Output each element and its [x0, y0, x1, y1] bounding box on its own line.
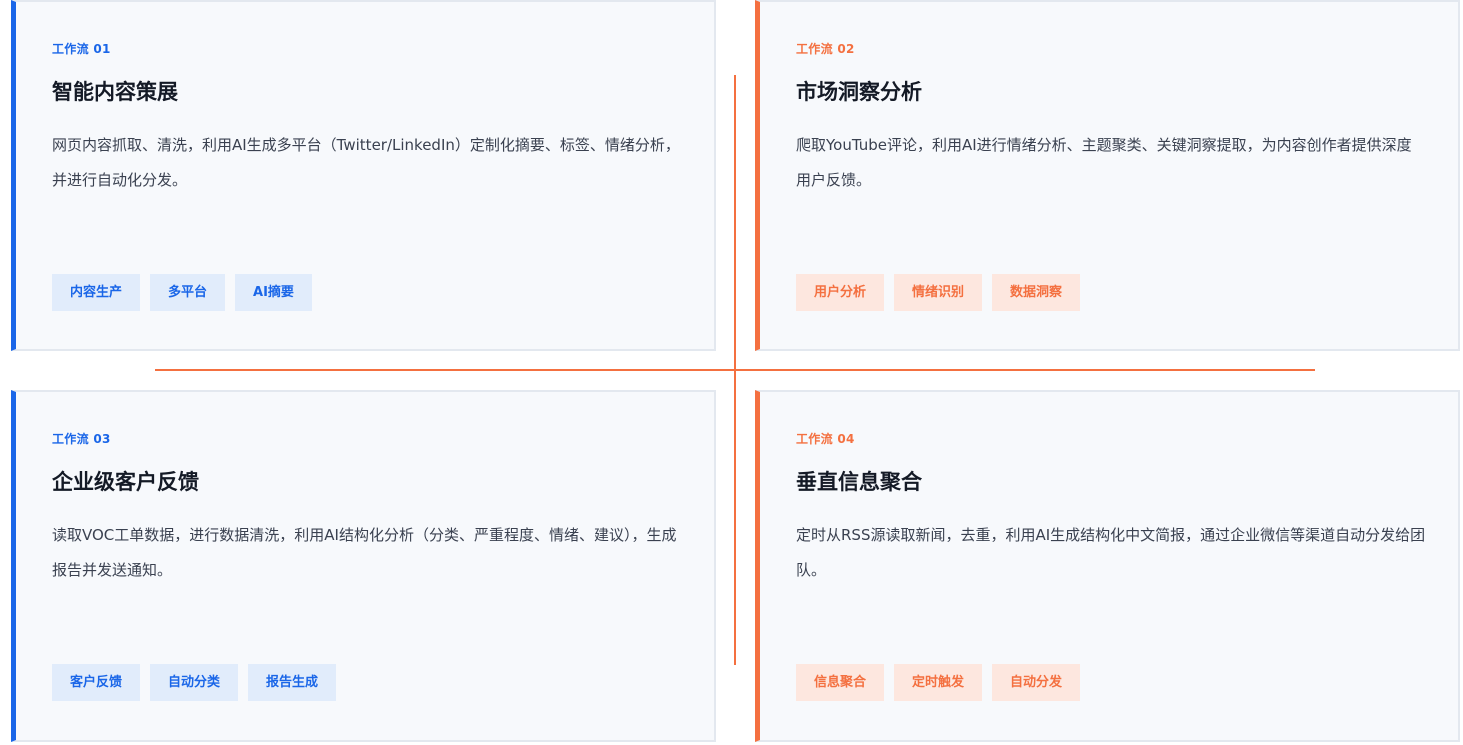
workflow-number: 工作流 01: [52, 42, 111, 56]
tag-chip: 用户分析: [796, 274, 885, 311]
tag-chip: 自动分发: [992, 664, 1081, 701]
workflow-tags: 用户分析 情绪识别 数据洞察: [796, 274, 1081, 311]
workflow-number: 工作流 03: [52, 432, 111, 446]
workflow-description: 爬取YouTube评论，利用AI进行情绪分析、主题聚类、关键洞察提取，为内容创作…: [796, 136, 1412, 189]
workflow-card-03[interactable]: 工作流 03 企业级客户反馈 读取VOC工单数据，进行数据清洗，利用AI结构化分…: [11, 390, 716, 742]
tag-chip: 客户反馈: [52, 664, 141, 701]
tag-chip: 内容生产: [52, 274, 141, 311]
workflow-title: 垂直信息聚合: [796, 470, 922, 494]
tag-chip: 信息聚合: [796, 664, 885, 701]
tag-chip: 自动分类: [150, 664, 239, 701]
workflow-card-04[interactable]: 工作流 04 垂直信息聚合 定时从RSS源读取新闻，去重，利用AI生成结构化中文…: [755, 390, 1460, 742]
tag-chip: 定时触发: [894, 664, 983, 701]
workflow-tags: 内容生产 多平台 AI摘要: [52, 274, 312, 311]
workflow-tags: 信息聚合 定时触发 自动分发: [796, 664, 1081, 701]
workflow-title: 市场洞察分析: [796, 80, 922, 104]
workflow-number: 工作流 04: [796, 432, 855, 446]
workflow-description: 读取VOC工单数据，进行数据清洗，利用AI结构化分析（分类、严重程度、情绪、建议…: [52, 526, 677, 579]
workflow-grid: 工作流 01 智能内容策展 网页内容抓取、清洗，利用AI生成多平台（Twitte…: [0, 0, 1463, 745]
workflow-number: 工作流 02: [796, 42, 855, 56]
workflow-description: 定时从RSS源读取新闻，去重，利用AI生成结构化中文简报，通过企业微信等渠道自动…: [796, 526, 1426, 579]
tag-chip: 情绪识别: [894, 274, 983, 311]
workflow-title: 智能内容策展: [52, 80, 178, 104]
workflow-card-01[interactable]: 工作流 01 智能内容策展 网页内容抓取、清洗，利用AI生成多平台（Twitte…: [11, 0, 716, 351]
tag-chip: AI摘要: [235, 274, 312, 311]
workflow-title: 企业级客户反馈: [52, 470, 199, 494]
tag-chip: 报告生成: [248, 664, 337, 701]
workflow-tags: 客户反馈 自动分类 报告生成: [52, 664, 337, 701]
workflow-description: 网页内容抓取、清洗，利用AI生成多平台（Twitter/LinkedIn）定制化…: [52, 136, 680, 189]
tag-chip: 数据洞察: [992, 274, 1081, 311]
workflow-card-02[interactable]: 工作流 02 市场洞察分析 爬取YouTube评论，利用AI进行情绪分析、主题聚…: [755, 0, 1460, 351]
tag-chip: 多平台: [150, 274, 226, 311]
cross-divider-vertical: [734, 75, 736, 665]
